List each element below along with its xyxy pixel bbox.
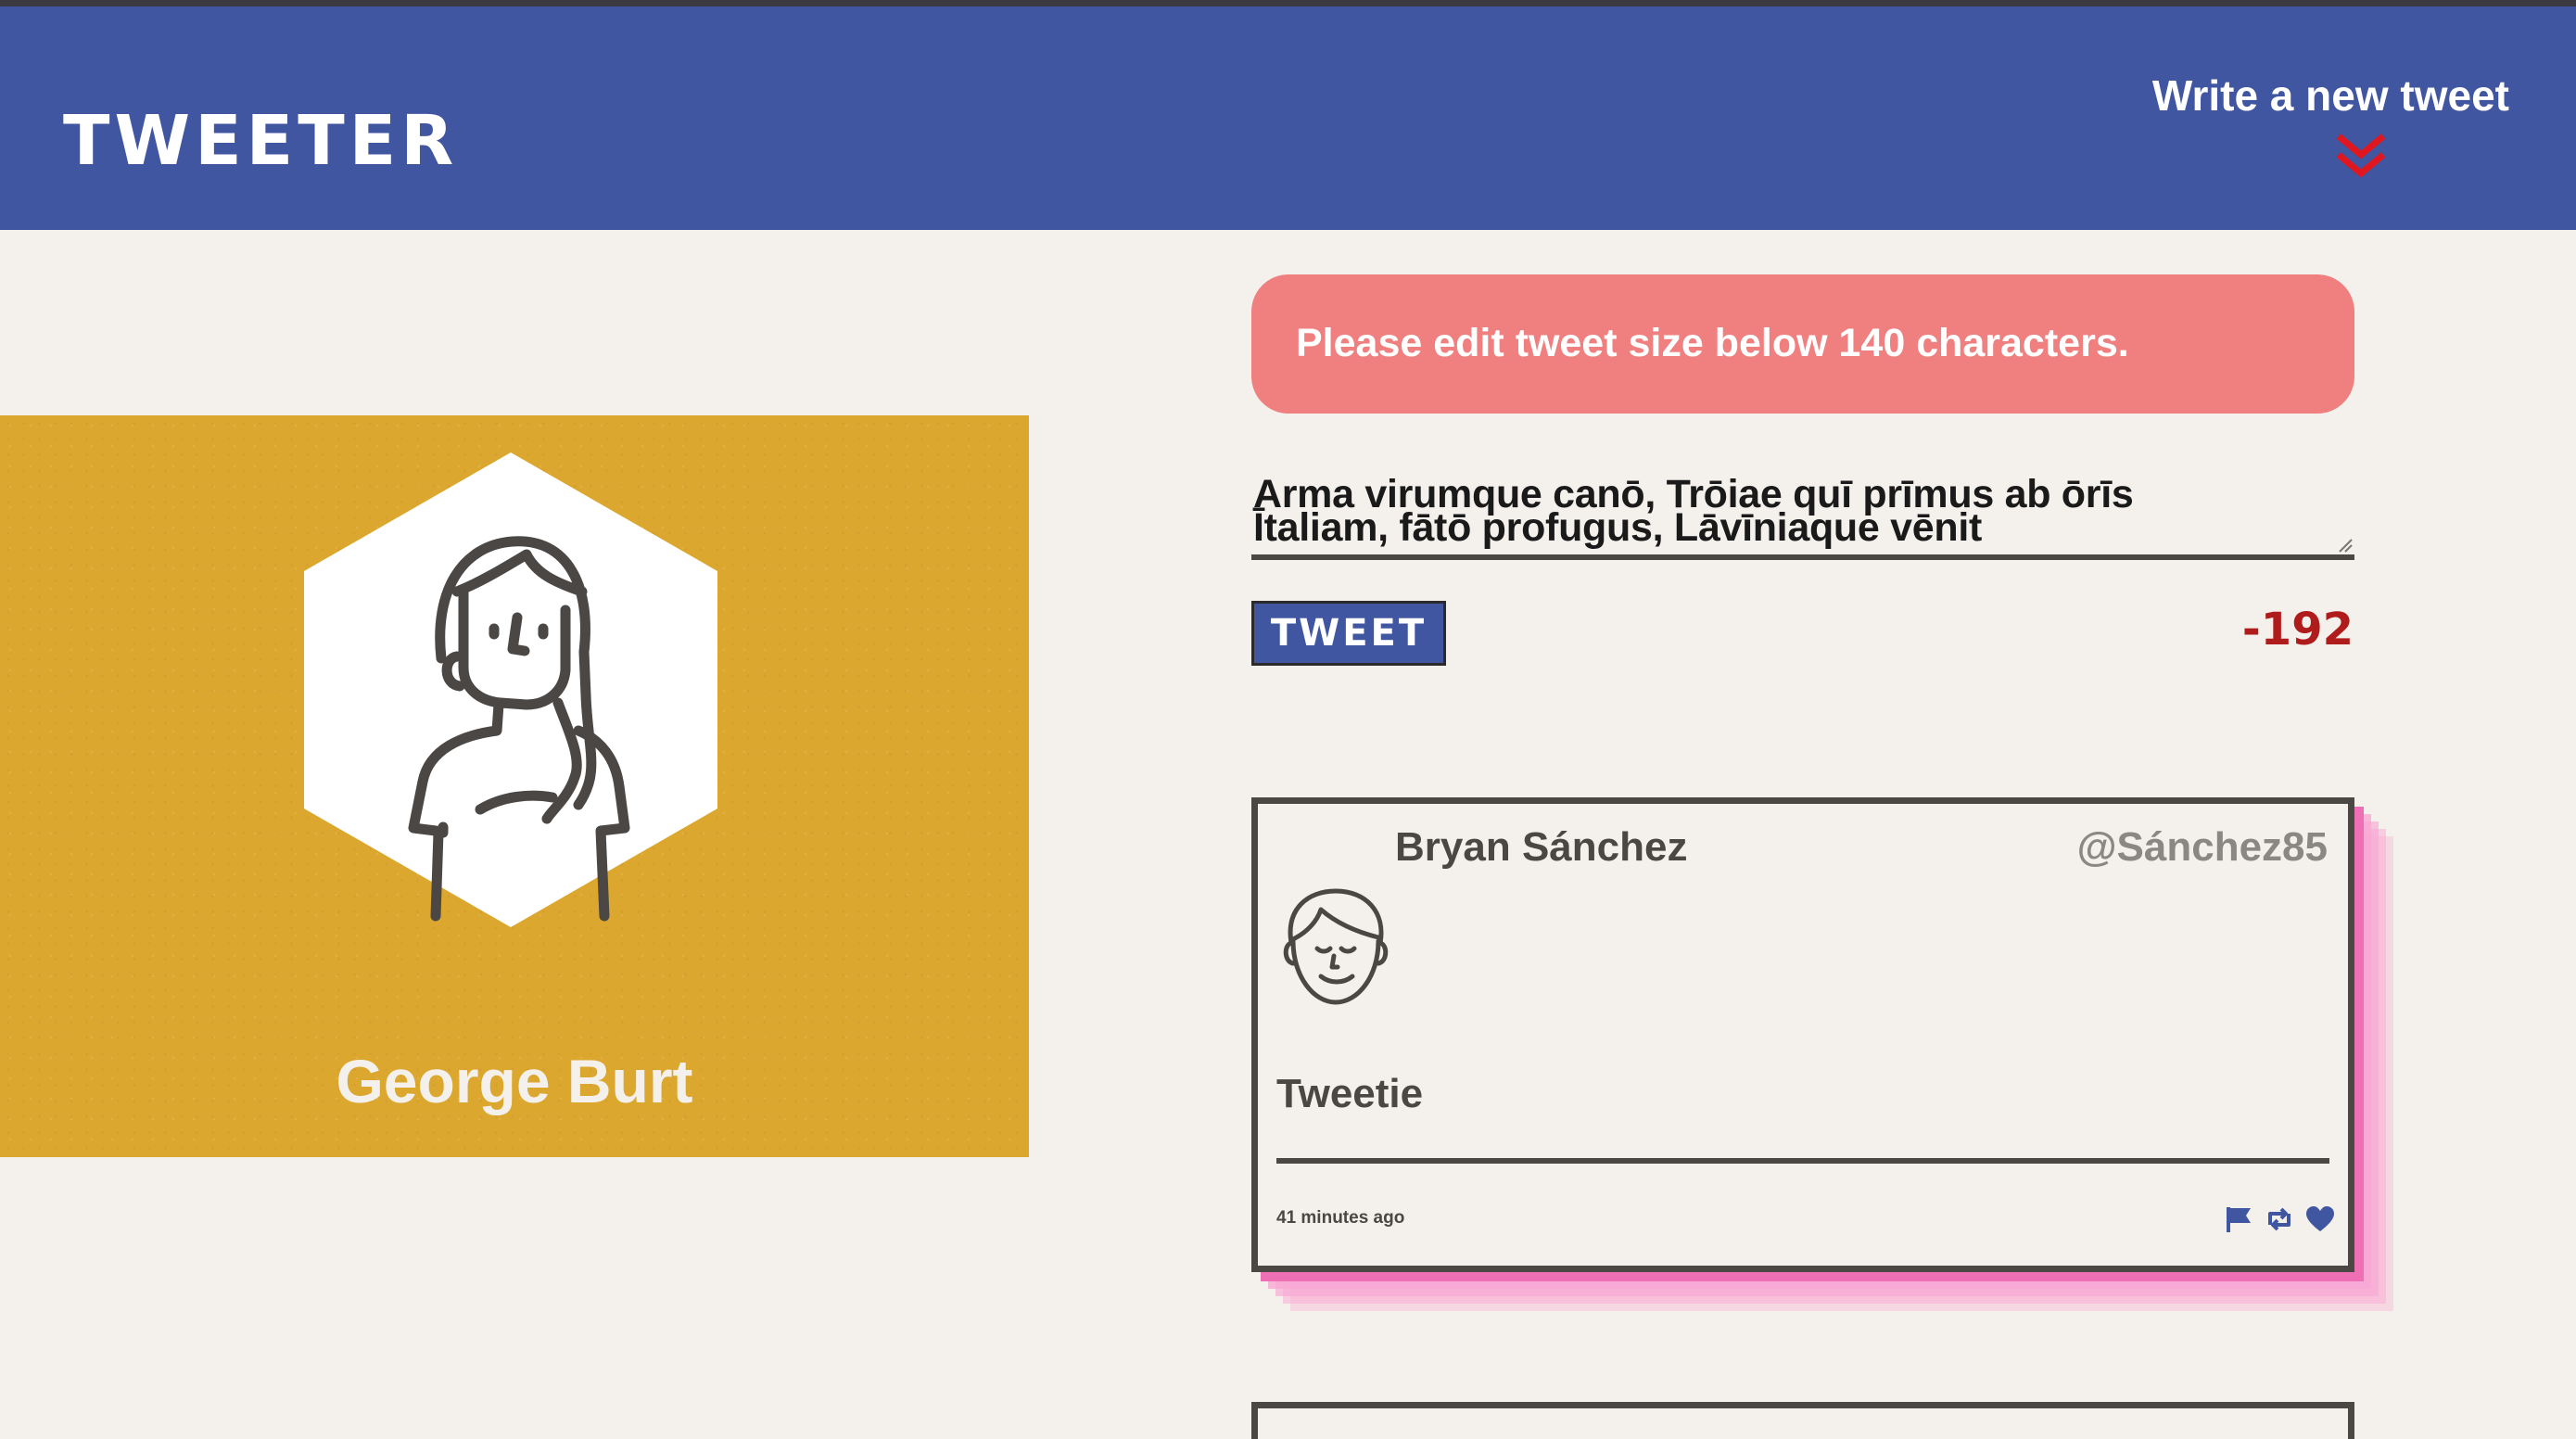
profile-card: George Burt: [0, 415, 1029, 1157]
error-message-box: Please edit tweet size below 140 charact…: [1251, 274, 2354, 414]
tweet-author-handle: @Sánchez85: [2076, 824, 2328, 870]
profile-name: George Burt: [336, 1047, 693, 1115]
next-tweet-card: [1251, 1402, 2354, 1439]
resize-handle-icon[interactable]: [2336, 536, 2353, 553]
tweet-text: Tweetie: [1276, 1071, 1424, 1116]
tweet-divider: [1276, 1158, 2329, 1164]
error-message-text: Please edit tweet size below 140 charact…: [1296, 321, 2129, 365]
tweet-textarea[interactable]: Arma virumque canō, Trōiae quī prīmus ab…: [1251, 473, 2354, 560]
tweet-author-name: Bryan Sánchez: [1395, 824, 1688, 870]
textarea-line-2: Ītaliam, fātō profugus, Lāvīniaque vēnit: [1253, 505, 1982, 550]
tweet-submit-button[interactable]: TWEET: [1251, 601, 1446, 666]
tweet-timestamp: 41 minutes ago: [1276, 1208, 1405, 1228]
flag-icon[interactable]: [2224, 1204, 2253, 1234]
write-new-tweet-toggle[interactable]: Write a new tweet: [2120, 70, 2509, 181]
write-new-tweet-label[interactable]: Write a new tweet: [2120, 70, 2509, 121]
top-navbar: TWEETER Write a new tweet: [0, 6, 2576, 230]
window-top-border: [0, 0, 2576, 6]
man-avatar-icon: [1283, 888, 1389, 1005]
character-counter: -192: [2241, 604, 2354, 656]
tweet-card: Bryan Sánchez @Sánchez85 Tweetie 41 minu…: [1251, 797, 2354, 1272]
heart-icon[interactable]: [2305, 1204, 2335, 1234]
brand-logo[interactable]: TWEETER: [63, 107, 458, 175]
tweet-actions: [2224, 1204, 2335, 1236]
woman-avatar-icon: [304, 452, 717, 927]
double-chevron-down-icon[interactable]: [2333, 131, 2389, 181]
retweet-icon[interactable]: [2265, 1204, 2294, 1234]
